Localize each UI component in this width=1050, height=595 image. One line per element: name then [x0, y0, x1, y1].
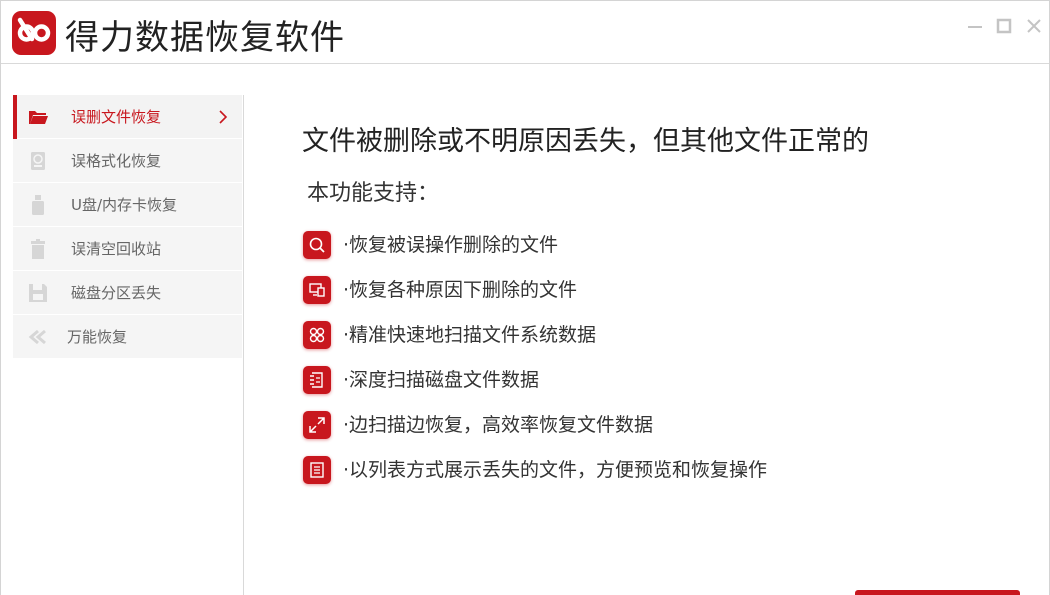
- close-icon: [1027, 19, 1041, 33]
- search-icon: [303, 231, 331, 259]
- floppy-disk-icon: [27, 283, 49, 303]
- maximize-icon: [996, 18, 1012, 34]
- sidebar-item-universal-recovery[interactable]: 万能恢复: [13, 315, 242, 359]
- drive-format-icon: [27, 151, 49, 171]
- feature-text: ·恢复各种原因下删除的文件: [343, 279, 578, 301]
- minimize-button[interactable]: [964, 15, 986, 37]
- folder-icon: [27, 107, 49, 127]
- sidebar-item-partition-loss[interactable]: 磁盘分区丢失: [13, 271, 242, 315]
- maximize-button[interactable]: [993, 15, 1015, 37]
- title-bar: 得力数据恢复软件: [1, 1, 1049, 64]
- list-document-icon: [303, 456, 331, 484]
- feature-text: ·精准快速地扫描文件系统数据: [343, 324, 597, 346]
- feature-text: ·边扫描边恢复，高效率恢复文件数据: [343, 414, 654, 436]
- start-recovery-button[interactable]: [855, 590, 1020, 595]
- chevron-right-icon: [217, 109, 229, 125]
- sidebar-item-label: 误格式化恢复: [71, 152, 162, 170]
- sidebar-item-label: 误删文件恢复: [71, 108, 162, 126]
- minimize-icon: [968, 26, 982, 28]
- feature-text: ·以列表方式展示丢失的文件，方便预览和恢复操作: [343, 459, 768, 481]
- sidebar-item-label: 万能恢复: [67, 328, 128, 346]
- infinity-logo-icon: [12, 11, 56, 55]
- sidebar-item-label: 误清空回收站: [71, 240, 162, 258]
- trash-icon: [27, 239, 49, 259]
- feature-support-heading: 本功能支持：: [307, 181, 440, 206]
- sidebar: 误删文件恢复 误格式化恢复 U盘/内存卡恢复 误清空回收站 磁盘分区丢失 万能恢…: [13, 95, 242, 359]
- page-title: 文件被删除或不明原因丢失，但其他文件正常的: [302, 126, 869, 157]
- content-divider: [243, 95, 244, 595]
- feature-text: ·恢复被误操作删除的文件: [343, 234, 559, 256]
- devices-icon: [303, 276, 331, 304]
- grid-icon: [303, 321, 331, 349]
- document-scan-icon: [303, 366, 331, 394]
- sidebar-item-deleted-file-recovery[interactable]: 误删文件恢复: [13, 95, 242, 139]
- sidebar-item-label: 磁盘分区丢失: [71, 284, 162, 302]
- feature-text: ·深度扫描磁盘文件数据: [343, 369, 540, 391]
- sidebar-item-label: U盘/内存卡恢复: [71, 196, 178, 214]
- close-button[interactable]: [1023, 15, 1045, 37]
- app-title: 得力数据恢复软件: [65, 18, 345, 58]
- double-arrow-icon: [27, 327, 49, 347]
- expand-arrows-icon: [303, 411, 331, 439]
- sidebar-item-usb-card-recovery[interactable]: U盘/内存卡恢复: [13, 183, 242, 227]
- usb-drive-icon: [27, 195, 49, 215]
- app-window: 得力数据恢复软件 误删文件恢复 误格式化恢复 U盘/内存卡恢复 误清空回收站 磁…: [0, 0, 1050, 595]
- sidebar-item-format-recovery[interactable]: 误格式化恢复: [13, 139, 242, 183]
- sidebar-item-recycle-bin-recovery[interactable]: 误清空回收站: [13, 227, 242, 271]
